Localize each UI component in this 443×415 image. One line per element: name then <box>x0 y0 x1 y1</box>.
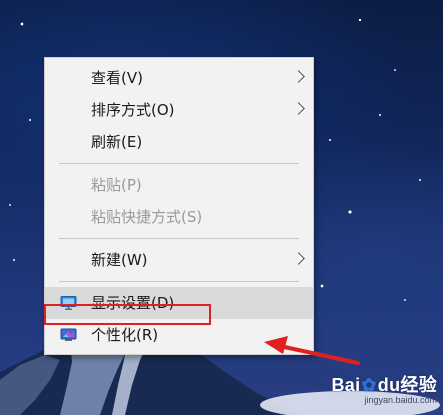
menu-item-paste-shortcut: 粘贴快捷方式(S) <box>45 201 313 233</box>
chevron-right-icon <box>292 70 305 83</box>
menu-item-label: 刷新(E) <box>91 133 143 151</box>
menu-separator <box>59 163 299 164</box>
annotation-arrow <box>264 336 360 365</box>
menu-item-refresh[interactable]: 刷新(E) <box>45 126 313 158</box>
menu-separator <box>59 281 299 282</box>
paw-icon: ✿ <box>361 375 377 395</box>
chevron-right-icon <box>292 102 305 115</box>
menu-item-label: 个性化(R) <box>91 326 159 344</box>
menu-item-label: 粘贴(P) <box>91 176 142 194</box>
menu-item-label: 查看(V) <box>91 69 143 87</box>
menu-item-new[interactable]: 新建(W) <box>45 244 313 276</box>
menu-item-label: 新建(W) <box>91 251 148 269</box>
menu-separator <box>59 238 299 239</box>
menu-item-paste: 粘贴(P) <box>45 169 313 201</box>
menu-item-view[interactable]: 查看(V) <box>45 62 313 94</box>
watermark-logo: Bai✿du经验 <box>331 375 437 395</box>
chevron-right-icon <box>292 252 305 265</box>
personalize-icon <box>60 328 77 341</box>
annotation-highlight-box <box>44 304 211 325</box>
baidu-jingyan-watermark: Bai✿du经验 jingyan.baidu.com <box>331 371 437 405</box>
menu-item-sort-by[interactable]: 排序方式(O) <box>45 94 313 126</box>
menu-item-label: 粘贴快捷方式(S) <box>91 208 203 226</box>
menu-item-label: 排序方式(O) <box>91 101 175 119</box>
